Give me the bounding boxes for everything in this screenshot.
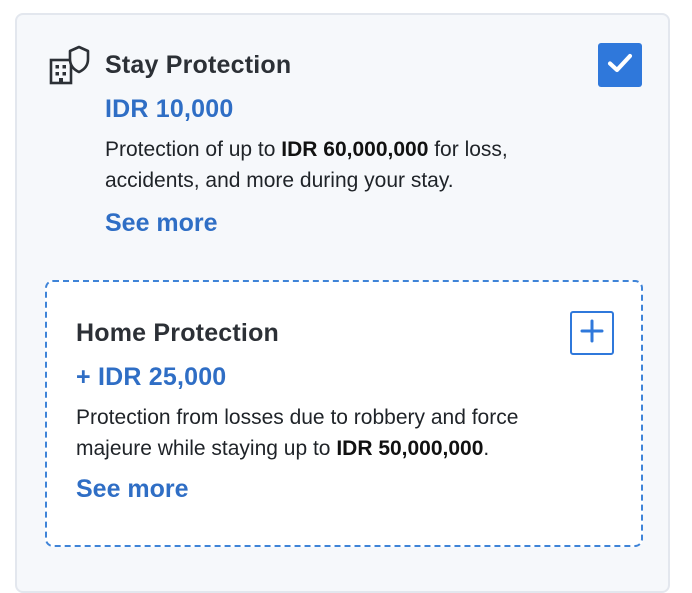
- plus-icon: [580, 319, 604, 348]
- home-protection-title: Home Protection: [76, 319, 280, 347]
- stay-see-more-link[interactable]: See more: [105, 209, 218, 238]
- home-protection-price: + IDR 25,000: [76, 363, 227, 391]
- desc-text: Protection of up to: [105, 138, 282, 161]
- add-home-protection-button[interactable]: [570, 311, 614, 355]
- stay-protection-card: Stay Protection IDR 10,000 Protection of…: [15, 13, 670, 593]
- stay-protection-price: IDR 10,000: [105, 95, 234, 123]
- hotel-shield-icon: [47, 44, 91, 88]
- home-protection-description: Protection from losses due to robbery an…: [76, 402, 596, 464]
- home-see-more-link[interactable]: See more: [76, 475, 189, 504]
- stay-protection-title: Stay Protection: [105, 51, 292, 79]
- coverage-amount: IDR 60,000,000: [281, 138, 429, 161]
- checkmark-icon: [607, 52, 633, 79]
- home-protection-addon: Home Protection + IDR 25,000 Protection …: [45, 280, 643, 547]
- stay-protection-checkbox[interactable]: [598, 43, 642, 87]
- stay-protection-description: Protection of up to IDR 60,000,000 for l…: [105, 134, 595, 196]
- desc-text: .: [483, 437, 490, 460]
- coverage-amount: IDR 50,000,000: [336, 437, 484, 460]
